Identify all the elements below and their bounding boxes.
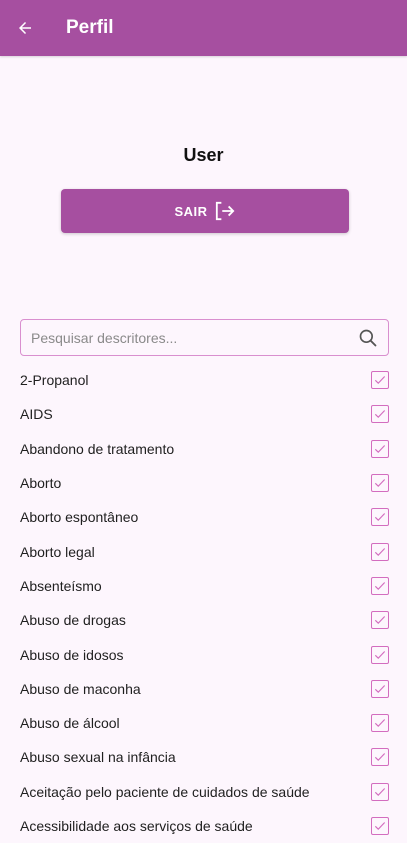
descriptor-label: Acessibilidade aos serviços de saúde <box>20 818 253 834</box>
descriptor-label: Abuso de drogas <box>20 612 126 629</box>
check-icon <box>374 444 386 453</box>
descriptor-checkbox[interactable] <box>371 714 389 733</box>
descriptor-label: Aborto legal <box>20 543 95 560</box>
descriptor-checkbox[interactable] <box>371 508 389 527</box>
descriptor-label: Absenteísmo <box>20 577 102 594</box>
check-icon <box>374 547 386 556</box>
user-name: User <box>183 145 224 165</box>
descriptor-checkbox[interactable] <box>371 748 389 767</box>
descriptor-checkbox[interactable] <box>371 474 389 493</box>
back-button[interactable] <box>14 17 36 39</box>
descriptor-checkbox[interactable] <box>371 439 389 458</box>
list-item[interactable]: Abuso de idosos <box>0 637 407 671</box>
descriptor-label: Abuso de maconha <box>20 680 141 697</box>
check-icon <box>374 479 386 488</box>
page-title: Perfil <box>66 17 114 38</box>
list-item[interactable]: Abuso sexual na infância <box>0 740 407 774</box>
descriptor-label: 2-Propanol <box>20 372 89 389</box>
logout-label: SAIR <box>174 203 208 219</box>
search-input[interactable] <box>31 320 351 355</box>
descriptor-checkbox[interactable] <box>371 611 389 630</box>
check-icon <box>374 616 386 625</box>
descriptor-checkbox[interactable] <box>371 576 389 595</box>
check-icon <box>374 684 386 693</box>
list-item[interactable]: Abuso de drogas <box>0 603 407 637</box>
descriptor-checkbox[interactable] <box>371 405 389 424</box>
descriptor-label: Abuso sexual na infância <box>20 749 176 766</box>
list-item[interactable]: Aborto espontâneo <box>0 500 407 534</box>
descriptor-label: AIDS <box>20 406 53 423</box>
search-box <box>20 319 389 356</box>
logout-button[interactable]: SAIR <box>61 189 349 233</box>
descriptor-list: 2-Propanol AIDS Abandono de tratamento Abor… <box>0 363 407 843</box>
check-icon <box>374 650 386 659</box>
app-bar: Perfil <box>0 0 407 56</box>
check-icon <box>374 376 386 385</box>
descriptor-label: Aborto espontâneo <box>20 509 139 526</box>
check-icon <box>374 410 386 419</box>
logout-icon <box>215 201 234 221</box>
descriptor-label: Abandono de tratamento <box>20 440 175 457</box>
descriptor-checkbox[interactable] <box>371 645 389 664</box>
check-icon <box>374 822 386 831</box>
list-item[interactable]: Aceitação pelo paciente de cuidados de s… <box>0 775 407 809</box>
descriptor-checkbox[interactable] <box>371 371 389 390</box>
list-item[interactable]: Acessibilidade aos serviços de saúde <box>0 809 407 843</box>
descriptor-checkbox[interactable] <box>371 679 389 698</box>
descriptor-label: Abuso de álcool <box>20 715 120 732</box>
descriptor-label: Aceitação pelo paciente de cuidados de s… <box>20 783 310 800</box>
check-icon <box>374 513 386 522</box>
arrow-left-icon <box>19 22 31 34</box>
descriptor-checkbox[interactable] <box>371 542 389 561</box>
check-icon <box>374 719 386 728</box>
list-item[interactable]: Abuso de maconha <box>0 672 407 706</box>
check-icon <box>374 753 386 762</box>
list-item[interactable]: Absenteísmo <box>0 569 407 603</box>
check-icon <box>374 787 386 796</box>
list-item[interactable]: Aborto <box>0 466 407 500</box>
check-icon <box>374 582 386 590</box>
descriptor-label: Abuso de idosos <box>20 646 124 663</box>
list-item[interactable]: 2-Propanol <box>0 363 407 397</box>
list-item[interactable]: Aborto legal <box>0 534 407 568</box>
descriptor-checkbox[interactable] <box>371 782 389 801</box>
descriptor-checkbox[interactable] <box>371 817 389 835</box>
list-item[interactable]: Abandono de tratamento <box>0 432 407 466</box>
descriptor-label: Aborto <box>20 475 62 492</box>
list-item[interactable]: AIDS <box>0 397 407 431</box>
list-item[interactable]: Abuso de álcool <box>0 706 407 740</box>
search-icon[interactable] <box>358 328 378 348</box>
